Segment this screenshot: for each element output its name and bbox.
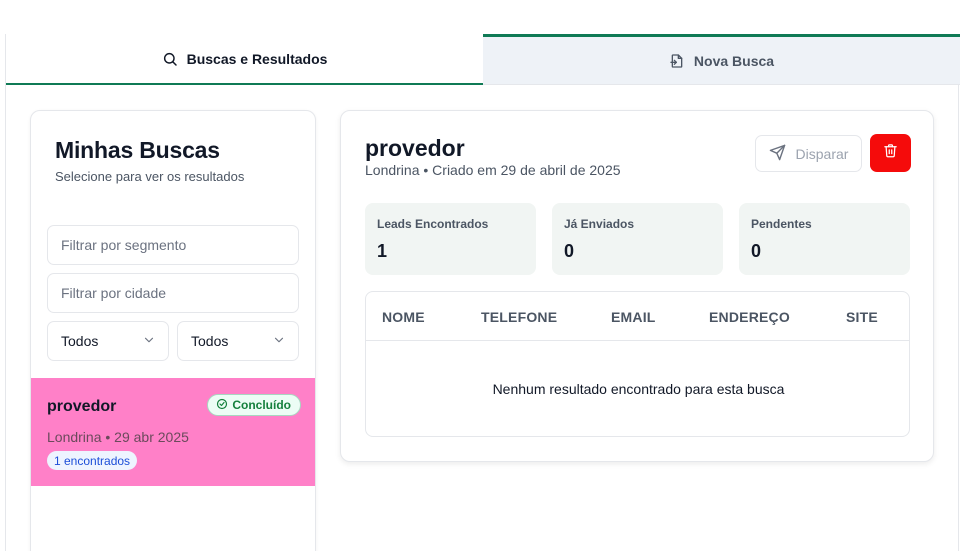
app-window: Buscas e Resultados Nova Busca Minhas Bu… xyxy=(5,34,960,551)
tab-bar: Buscas e Resultados Nova Busca xyxy=(6,34,960,85)
stat-value: 1 xyxy=(377,241,388,261)
table-header: NOME TELEFONE EMAIL ENDEREÇO SITE xyxy=(366,292,909,341)
city-filter-input[interactable]: Filtrar por cidade xyxy=(47,273,299,313)
search-detail-panel: provedor Londrina • Criado em 29 de abri… xyxy=(340,110,934,462)
column-header-email[interactable]: EMAIL xyxy=(611,309,656,325)
period-select-value: Todos xyxy=(191,333,229,349)
check-circle-icon xyxy=(216,398,228,413)
tab-new-search[interactable]: Nova Busca xyxy=(483,34,960,85)
results-table: NOME TELEFONE EMAIL ENDEREÇO SITE Nenhum… xyxy=(365,291,910,437)
tab-results-label: Buscas e Resultados xyxy=(186,50,328,67)
search-meta: Londrina • Criado em 29 de abril de 2025 xyxy=(365,162,621,178)
column-header-name[interactable]: NOME xyxy=(382,309,425,325)
stat-value: 0 xyxy=(564,241,575,261)
search-title: provedor xyxy=(365,135,465,161)
stat-already-sent: Já Enviados 0 xyxy=(552,203,723,275)
stat-label: Já Enviados xyxy=(564,217,635,231)
status-badge: Concluído xyxy=(207,394,301,416)
searches-panel: Minhas Buscas Selecione para ver os resu… xyxy=(30,110,316,551)
status-select[interactable]: Todos xyxy=(47,321,169,361)
empty-state-message: Nenhum resultado encontrado para esta bu… xyxy=(492,381,785,397)
stat-label: Leads Encontrados xyxy=(377,217,489,231)
search-item-meta: Londrina • 29 abr 2025 xyxy=(47,429,189,445)
tab-results[interactable]: Buscas e Resultados xyxy=(6,34,483,85)
stat-value: 0 xyxy=(751,241,762,261)
status-badge-label: Concluído xyxy=(232,398,291,412)
column-header-address[interactable]: ENDEREÇO xyxy=(709,309,790,325)
chevron-down-icon xyxy=(142,333,156,350)
period-select[interactable]: Todos xyxy=(177,321,299,361)
search-icon xyxy=(162,51,178,67)
file-plus-icon xyxy=(669,53,685,69)
send-icon xyxy=(769,144,786,164)
search-list-item[interactable]: provedor Concluído Londrina • 29 abr 202… xyxy=(31,378,315,486)
column-header-site[interactable]: SITE xyxy=(846,309,878,325)
segment-filter-input[interactable]: Filtrar por segmento xyxy=(47,225,299,265)
status-select-value: Todos xyxy=(61,333,99,349)
column-header-phone[interactable]: TELEFONE xyxy=(481,309,557,325)
stat-label: Pendentes xyxy=(751,217,812,231)
panel-subtitle: Selecione para ver os resultados xyxy=(55,169,245,184)
stat-pending: Pendentes 0 xyxy=(739,203,910,275)
results-count-badge: 1 encontrados xyxy=(47,451,138,470)
trash-icon xyxy=(883,143,898,163)
chevron-down-icon xyxy=(272,333,286,350)
send-button-label: Disparar xyxy=(795,145,849,162)
search-item-name: provedor xyxy=(47,398,117,415)
stat-leads-found: Leads Encontrados 1 xyxy=(365,203,536,275)
delete-button[interactable] xyxy=(870,134,911,172)
tab-new-search-label: Nova Busca xyxy=(693,52,775,69)
panel-title: Minhas Buscas xyxy=(55,137,220,163)
send-button[interactable]: Disparar xyxy=(755,135,862,172)
